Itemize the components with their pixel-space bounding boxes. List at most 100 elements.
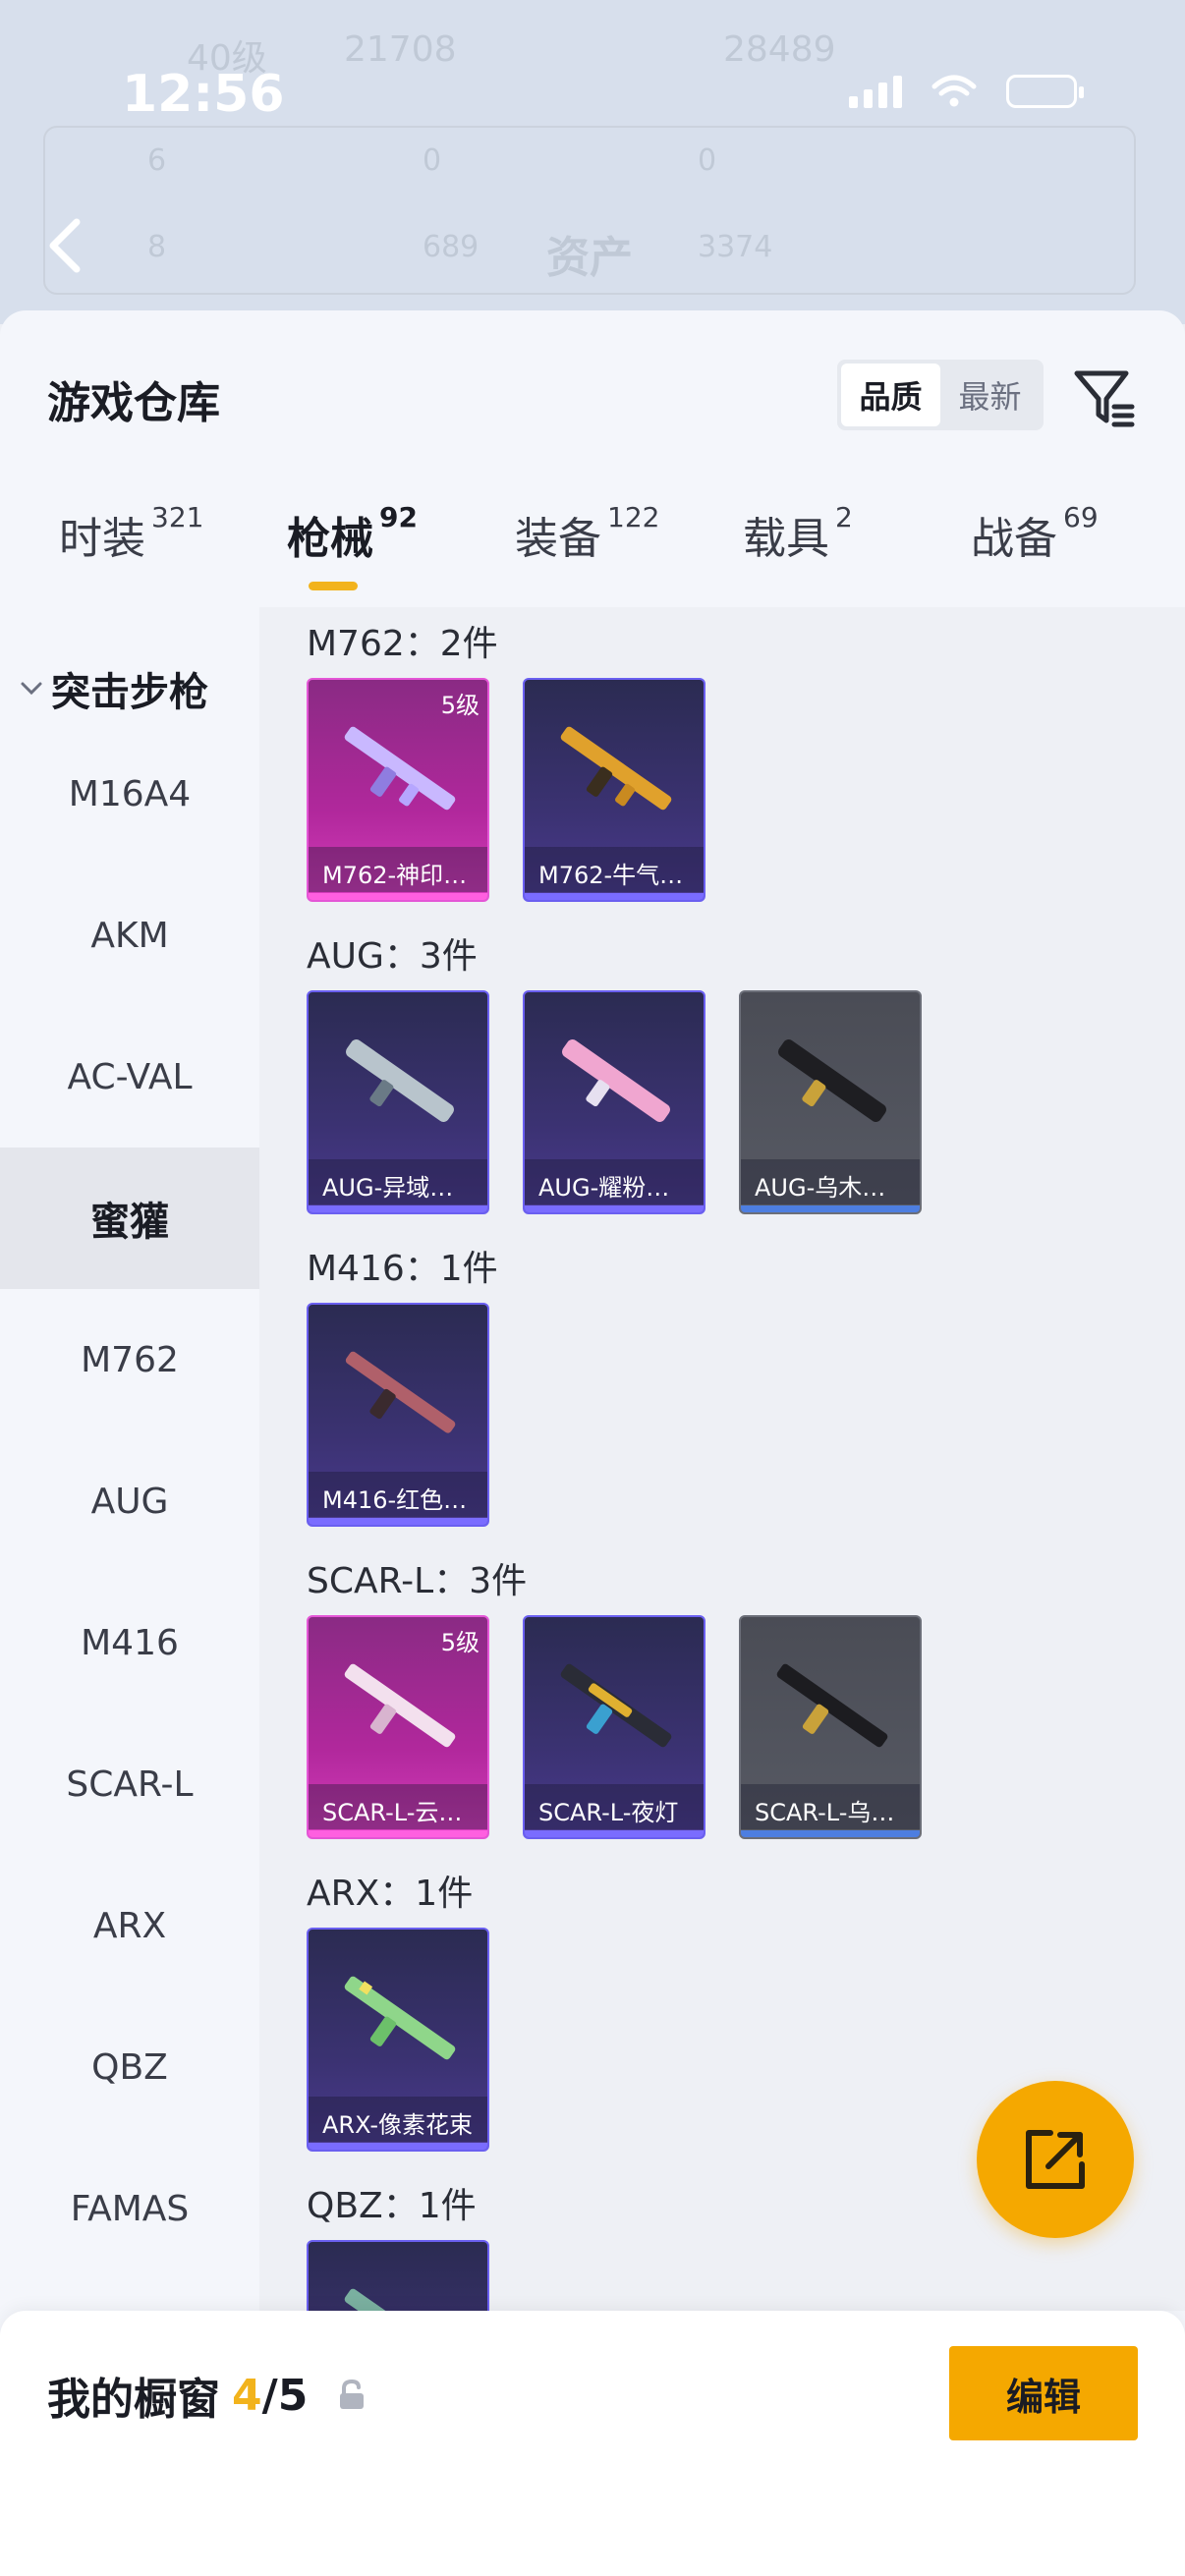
sort-quality-button[interactable]: 品质: [841, 364, 940, 426]
sheet-title: 游戏仓库: [47, 378, 220, 428]
group-title: QBZ：1件: [307, 2186, 477, 2226]
tab-label: 战备: [971, 514, 1057, 564]
sort-newest-button[interactable]: 最新: [940, 364, 1040, 426]
skin-name: AUG-异域银装: [309, 1159, 487, 1204]
rarity-bar: [525, 1205, 704, 1212]
showcase-title: 我的橱窗: [47, 2375, 220, 2425]
sort-toggle: 品质 最新: [837, 360, 1044, 430]
tab-count: 122: [607, 501, 660, 533]
gun-image-icon: [562, 1039, 670, 1122]
skin-name: AUG-耀粉歌者: [525, 1159, 704, 1204]
gun-image-icon: [344, 1976, 456, 2060]
rarity-bar: [309, 1518, 487, 1525]
share-button[interactable]: [977, 2081, 1134, 2238]
ghost-stat: 3374: [698, 230, 773, 264]
rarity-bar: [741, 1205, 920, 1212]
tab-label: 时装: [59, 514, 145, 564]
side-item-qbz[interactable]: QBZ: [0, 1996, 259, 2138]
back-arrow-icon[interactable]: [45, 216, 85, 279]
showcase-bar: 我的橱窗 4 /5 编辑: [0, 2311, 1185, 2576]
skin-name: M762-神印…: [309, 847, 487, 892]
skin-card[interactable]: M416-红色…: [307, 1303, 489, 1527]
tab-count: 2: [835, 501, 853, 533]
chevron-down-icon: [21, 682, 42, 696]
side-item-scar-l[interactable]: SCAR-L: [0, 1713, 259, 1855]
ghost-stat: 689: [423, 230, 480, 264]
weapon-skin-list: M762：2件 5级 M762-神印… M762-牛气… AUG：3件 AUG-…: [259, 607, 1185, 2311]
showcase-count: 4: [232, 2370, 262, 2421]
rarity-bar: [309, 1830, 487, 1837]
side-item-honey-badger[interactable]: 蜜獾: [0, 1148, 259, 1289]
gun-image-icon: [344, 2288, 456, 2311]
gun-image-icon: [345, 1351, 456, 1433]
signal-icon: [849, 75, 902, 108]
ghost-stat: 6: [147, 143, 167, 178]
skin-card[interactable]: AUG-乌木金纹: [739, 990, 922, 1214]
rarity-bar: [309, 1205, 487, 1212]
wifi-icon: [931, 75, 977, 107]
weapon-category-list: 突击步枪 M16A4 AKM AC-VAL 蜜獾 M762 AUG M416 S…: [0, 607, 259, 2576]
rarity-bar: [309, 2143, 487, 2150]
rarity-bar: [525, 1830, 704, 1837]
category-group-label: 突击步枪: [51, 670, 208, 715]
group-title: M416：1件: [307, 1249, 498, 1289]
tab-count: 92: [379, 501, 418, 533]
side-item-akm[interactable]: AKM: [0, 865, 259, 1006]
skin-card[interactable]: [307, 2240, 489, 2311]
tab-count: 69: [1063, 501, 1099, 533]
status-time: 12:56: [122, 65, 285, 124]
tab-fashion[interactable]: 时装 321: [59, 501, 204, 566]
tab-label: 枪械: [287, 514, 373, 564]
tab-label: 载具: [743, 514, 829, 564]
gun-image-icon: [344, 1663, 456, 1748]
tab-count: 321: [151, 501, 204, 533]
rarity-bar: [309, 893, 487, 900]
rarity-bar: [741, 1830, 920, 1837]
group-title: AUG：3件: [307, 936, 478, 977]
category-tabs: 时装 321 枪械 92 装备 122 载具 2 战备 69: [0, 501, 1185, 601]
skin-name: SCAR-L-夜灯: [525, 1784, 704, 1829]
ghost-views: 21708: [344, 29, 457, 70]
tab-vehicles[interactable]: 载具 2: [743, 501, 853, 566]
ghost-title: 资产: [546, 233, 633, 283]
share-icon: [1026, 2130, 1085, 2189]
showcase-total: /5: [261, 2370, 309, 2421]
side-item-m416[interactable]: M416: [0, 1572, 259, 1713]
tab-guns[interactable]: 枪械 92: [287, 501, 418, 566]
warehouse-sheet: 游戏仓库 品质 最新 时装 321 枪械 92 装备 122 载具 2 战备 69: [0, 310, 1185, 2576]
tab-equipment[interactable]: 装备 122: [515, 501, 660, 566]
skin-card[interactable]: AUG-耀粉歌者: [523, 990, 705, 1214]
filter-icon[interactable]: [1071, 364, 1138, 430]
ghost-stat: 0: [423, 143, 442, 178]
gun-image-icon: [560, 1663, 672, 1748]
skin-name: M416-红色…: [309, 1472, 487, 1517]
side-item-aug[interactable]: AUG: [0, 1430, 259, 1572]
skin-card[interactable]: M762-牛气…: [523, 678, 705, 902]
showcase-summary: 我的橱窗 4 /5: [47, 2364, 367, 2427]
skin-name: SCAR-L-乌…: [741, 1784, 920, 1829]
rarity-bar: [525, 893, 704, 900]
lock-icon: [340, 2379, 365, 2409]
gun-image-icon: [346, 1039, 454, 1122]
skin-card[interactable]: SCAR-L-乌…: [739, 1615, 922, 1839]
side-item-m16a4[interactable]: M16A4: [0, 723, 259, 865]
skin-card[interactable]: 5级 SCAR-L-云…: [307, 1615, 489, 1839]
side-item-famas[interactable]: FAMAS: [0, 2138, 259, 2279]
skin-card[interactable]: AUG-异域银装: [307, 990, 489, 1214]
side-item-m762[interactable]: M762: [0, 1289, 259, 1430]
skin-name: ARX-像素花束: [309, 2097, 487, 2142]
category-group-assault-rifles[interactable]: 突击步枪: [20, 660, 208, 717]
battery-icon: [1006, 75, 1084, 108]
edit-button[interactable]: 编辑: [949, 2346, 1138, 2440]
tab-label: 装备: [515, 514, 601, 564]
side-item-arx[interactable]: ARX: [0, 1855, 259, 1996]
skin-card[interactable]: SCAR-L-夜灯: [523, 1615, 705, 1839]
status-icons: [849, 75, 1084, 108]
side-item-ac-val[interactable]: AC-VAL: [0, 1006, 259, 1148]
active-tab-indicator: [309, 582, 358, 590]
skin-card[interactable]: ARX-像素花束: [307, 1928, 489, 2152]
gun-image-icon: [344, 726, 456, 811]
ghost-stat: 0: [698, 143, 717, 178]
tab-supplies[interactable]: 战备 69: [971, 501, 1099, 566]
skin-card[interactable]: 5级 M762-神印…: [307, 678, 489, 902]
